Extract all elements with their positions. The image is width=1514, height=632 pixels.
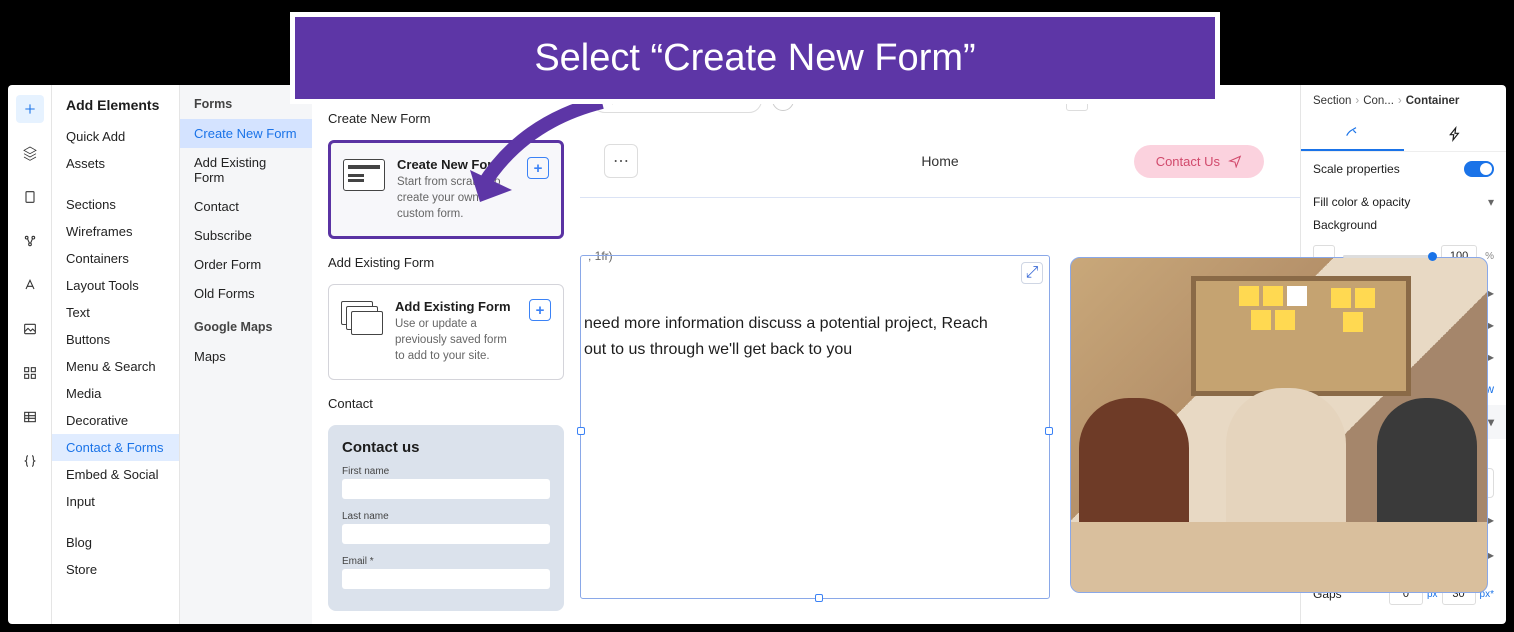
body-paragraph[interactable]: need more information discuss a potentia…	[584, 311, 1014, 362]
opacity-slider[interactable]	[1343, 255, 1433, 258]
category-blog[interactable]: Blog	[52, 529, 179, 556]
editor-canvas[interactable]: Search... ? ✕ ⋯ Home Contact Us , 1fr) ⤢…	[580, 85, 1300, 624]
preview-field-label: Email *	[342, 556, 374, 567]
category-menu-search[interactable]: Menu & Search	[52, 353, 179, 380]
subitem-add-existing-form[interactable]: Add Existing Form	[180, 148, 312, 192]
add-element-button[interactable]: +	[529, 299, 551, 321]
contact-us-button[interactable]: Contact Us	[1134, 145, 1264, 178]
section-heading: Contact	[328, 396, 564, 411]
subitem-create-new-form[interactable]: Create New Form	[180, 119, 312, 148]
category-layout-tools[interactable]: Layout Tools	[52, 272, 179, 299]
preview-field	[342, 569, 550, 589]
forms-stack-icon	[341, 301, 383, 335]
rows-caret[interactable]: ▸	[1488, 548, 1494, 565]
rail-code-icon[interactable]	[16, 447, 44, 475]
divider	[580, 197, 1300, 198]
card-desc: Use or update a previously saved form to…	[395, 316, 517, 364]
columns-caret[interactable]: ▸	[1488, 513, 1494, 530]
preview-title: Contact us	[342, 439, 550, 456]
subitem-maps[interactable]: Maps	[180, 342, 312, 371]
rail-table-icon[interactable]	[16, 403, 44, 431]
subcategories-column: FormsCreate New FormAdd Existing FormCon…	[180, 85, 312, 624]
subgroup-google-maps: Google Maps	[180, 308, 312, 342]
form-thumb-icon	[343, 159, 385, 191]
category-decorative[interactable]: Decorative	[52, 407, 179, 434]
rail-apps-icon[interactable]	[16, 359, 44, 387]
card-title: Add Existing Form	[395, 299, 517, 314]
app-shell: Add Elements Quick AddAssets SectionsWire…	[8, 85, 1506, 624]
annotation-banner: Select “Create New Form”	[290, 12, 1220, 104]
active-page-label[interactable]: Home	[921, 153, 958, 169]
annotation-text: Select “Create New Form”	[534, 37, 975, 80]
fill-row[interactable]: Fill color & opacity ▾	[1301, 186, 1506, 218]
category-store[interactable]: Store	[52, 556, 179, 583]
left-rail	[8, 85, 52, 624]
preview-field-label: Last name	[342, 511, 389, 522]
subitem-old-forms[interactable]: Old Forms	[180, 279, 312, 308]
rail-page-icon[interactable]	[16, 183, 44, 211]
subitem-subscribe[interactable]: Subscribe	[180, 221, 312, 250]
site-header: ⋯ Home Contact Us	[580, 137, 1300, 185]
hero-image[interactable]	[1070, 257, 1488, 593]
categories-column: Add Elements Quick AddAssets SectionsWire…	[52, 85, 180, 624]
category-text[interactable]: Text	[52, 299, 179, 326]
background-row: Background	[1301, 218, 1506, 241]
add-elements-title: Add Elements	[52, 97, 179, 123]
section-heading: Add Existing Form	[328, 255, 564, 270]
subitem-order-form[interactable]: Order Form	[180, 250, 312, 279]
preview-field	[342, 524, 550, 544]
rail-add-icon[interactable]	[16, 95, 44, 123]
scale-label: Scale properties	[1313, 162, 1400, 176]
rail-typography-icon[interactable]	[16, 271, 44, 299]
annotation-arrow	[462, 92, 622, 212]
selected-container[interactable]: ⤢	[580, 255, 1050, 599]
category-containers[interactable]: Containers	[52, 245, 179, 272]
category-wireframes[interactable]: Wireframes	[52, 218, 179, 245]
inspector-tabs	[1301, 117, 1506, 152]
category-quick-add[interactable]: Quick Add	[52, 123, 179, 150]
preview-field-label: First name	[342, 466, 389, 477]
contact-form-preview[interactable]: Contact us First name Last name Email *	[328, 425, 564, 611]
cta-label: Contact Us	[1156, 154, 1220, 169]
scale-properties-row: Scale properties	[1301, 152, 1506, 186]
subitem-contact[interactable]: Contact	[180, 192, 312, 221]
interactions-tab[interactable]	[1404, 117, 1507, 151]
opacity-unit: %	[1485, 251, 1494, 262]
design-tab[interactable]	[1301, 117, 1404, 151]
category-sections[interactable]: Sections	[52, 191, 179, 218]
breadcrumb[interactable]: Section› Con...› Container	[1301, 85, 1506, 117]
crumb-2[interactable]: Con...	[1363, 95, 1394, 107]
crumb-3[interactable]: Container	[1406, 95, 1460, 107]
preview-field	[342, 479, 550, 499]
category-buttons[interactable]: Buttons	[52, 326, 179, 353]
rail-connect-icon[interactable]	[16, 227, 44, 255]
category-media[interactable]: Media	[52, 380, 179, 407]
rail-layers-icon[interactable]	[16, 139, 44, 167]
expand-icon[interactable]: ⤢	[1021, 262, 1043, 284]
rail-image-icon[interactable]	[16, 315, 44, 343]
category-embed-social[interactable]: Embed & Social	[52, 461, 179, 488]
category-input[interactable]: Input	[52, 488, 179, 515]
crumb-1[interactable]: Section	[1313, 95, 1351, 107]
fill-label: Fill color & opacity	[1313, 195, 1410, 209]
category-contact-forms[interactable]: Contact & Forms	[52, 434, 179, 461]
scale-toggle[interactable]	[1464, 161, 1494, 177]
background-label: Background	[1313, 218, 1377, 232]
element-card-add-existing-form[interactable]: Add Existing Form Use or update a previou…	[328, 284, 564, 379]
category-assets[interactable]: Assets	[52, 150, 179, 177]
